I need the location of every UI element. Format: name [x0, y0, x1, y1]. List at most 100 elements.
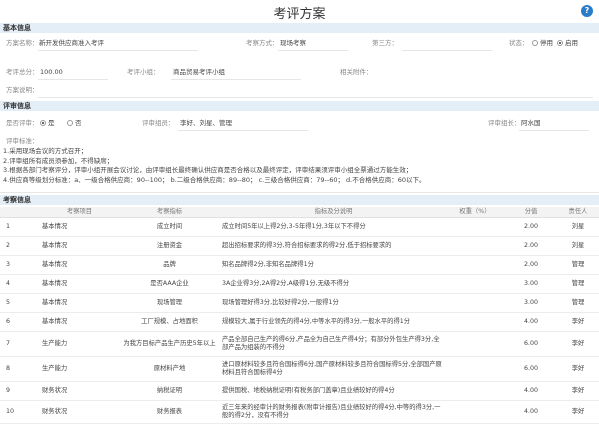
cell-weight — [445, 236, 505, 256]
cell-item: 基本情况 — [42, 274, 117, 294]
criteria-line: 4.供应商等级划分标准：a、一级合格供应商：90--100； b.二级合格供应商… — [3, 175, 426, 184]
cell-indicator: 注册资金 — [117, 236, 222, 256]
table-row[interactable]: 9 财务状况 纳税证明 提供国税、地税纳税证明(有税务部门盖章)且业绩较好的得4… — [0, 381, 599, 401]
total-score-label: 考评总分： — [6, 68, 39, 76]
plan-name-value: 新开发供应商准入考评 — [39, 39, 104, 47]
radio-icon[interactable] — [67, 120, 73, 126]
cell-index: 8 — [0, 356, 42, 382]
third-party-label: 第三方： — [372, 39, 398, 47]
method-value: 现场考察 — [280, 39, 306, 47]
table-row[interactable]: 8 生产能力 原材料产地 进口原材料较多且符合国标得6分,国产原材料较多且符合国… — [0, 356, 599, 382]
assess-table: 考察项目 考察指标 指标及分说明 权重（%） 分值 责任人 1 基本情况 成立时… — [0, 207, 599, 424]
cell-index: 10 — [0, 400, 42, 424]
cell-score: 2.00 — [505, 255, 557, 275]
table-row[interactable]: 2 基本情况 注册资金 超出招标要求的得3分,符合招标要求的得2分,低于招标要求… — [0, 236, 599, 256]
col-header-indicator[interactable]: 考察指标 — [117, 207, 222, 218]
cell-owner: 管理 — [557, 255, 599, 275]
col-header-weight[interactable]: 权重（%） — [445, 207, 505, 218]
method-label: 考察方式： — [246, 39, 279, 47]
cell-description: 近三年来的经审计的财务报表(附审计报告)且业绩较好的得4分,中等的得3分,一般的… — [222, 400, 445, 424]
cell-index: 2 — [0, 236, 42, 256]
basic-row-2: 考评总分： 100.00 考评小组： 商品贸易考评小组 相关附件： — [0, 66, 599, 79]
table-row[interactable]: 4 基本情况 是否AAA企业 3A企业得3分,2A得2分,A级得1分,无级不得分… — [0, 274, 599, 294]
radio-checked-icon[interactable] — [557, 40, 563, 46]
divider — [38, 79, 108, 80]
radio-checked-icon[interactable] — [40, 120, 46, 126]
cell-description: 超出招标要求的得3分,符合招标要求的得2分,低于招标要求的 — [222, 236, 445, 256]
cell-description: 3A企业得3分,2A得2分,A级得1分,无级不得分 — [222, 274, 445, 294]
divider — [0, 192, 599, 193]
cell-indicator: 财务报表 — [117, 400, 222, 424]
table-row[interactable]: 10 财务状况 财务报表 近三年来的经审计的财务报表(附审计报告)且业绩较好的得… — [0, 400, 599, 424]
cell-item: 基本情况 — [42, 217, 117, 237]
cell-description: 产品全部自己生产的得6分,产品全为自己生产得4分；有部分外包生产得3分,全部产品… — [222, 331, 445, 357]
review-yes-option[interactable]: 是 — [40, 117, 55, 130]
cell-indicator: 为我方目标产品生产历史5年以上 — [117, 331, 222, 357]
title-bar: 考评方案 ? — [0, 0, 599, 22]
basic-row-1: 方案名称： 新开发供应商准入考评 考察方式： 现场考察 第三方： 状态： 停用 … — [0, 37, 599, 50]
cell-indicator: 原材料产地 — [117, 356, 222, 382]
cell-owner: 李好 — [557, 356, 599, 382]
leader-label: 评审组长： — [488, 119, 521, 127]
radio-icon[interactable] — [532, 40, 538, 46]
cell-weight — [445, 274, 505, 294]
cell-index: 1 — [0, 217, 42, 237]
table-row[interactable]: 6 基本情况 工厂规模、占地面积 规模较大,属于行业领先的得4分,中等水平的得3… — [0, 312, 599, 332]
divider — [178, 130, 308, 131]
cell-indicator: 现场管理 — [117, 293, 222, 313]
section-basic-info: 基本信息 — [0, 23, 599, 33]
needs-review-label: 是否评审： — [6, 119, 39, 127]
col-header-item[interactable]: 考察项目 — [42, 207, 117, 218]
cell-description: 进口原材料较多且符合国标得6分,国产原材料较多且符合国标得5分,全部国产原材料且… — [222, 356, 445, 382]
cell-score: 4.00 — [505, 400, 557, 424]
cell-score: 4.00 — [505, 381, 557, 401]
review-no-option[interactable]: 否 — [67, 117, 82, 130]
section-assess-info: 考察信息 — [0, 195, 599, 205]
cell-score: 4.00 — [505, 312, 557, 332]
table-row[interactable]: 3 基本情况 品牌 知名品牌得2分,非知名品牌得1分 2.00 管理 — [0, 255, 599, 275]
cell-item: 基本情况 — [42, 312, 117, 332]
col-header-description[interactable]: 指标及分说明 — [222, 207, 445, 218]
cell-owner: 李好 — [557, 400, 599, 424]
cell-description: 现场管理好得3分,比较好得2分,一般得1分 — [222, 293, 445, 313]
cell-indicator: 纳税证明 — [117, 381, 222, 401]
cell-item: 基本情况 — [42, 255, 117, 275]
description-label: 方案说明： — [6, 86, 39, 94]
cell-owner: 管理 — [557, 293, 599, 313]
cell-index: 5 — [0, 293, 42, 313]
cell-description: 成立时间5年以上得2分,3-5年得1分,3年以下不得分 — [222, 217, 445, 237]
cell-score: 3.00 — [505, 293, 557, 313]
cell-score: 6.00 — [505, 331, 557, 357]
leader-value[interactable]: 阿水国 — [521, 117, 541, 130]
cell-owner: 刘星 — [557, 236, 599, 256]
cell-item: 基本情况 — [42, 293, 117, 313]
criteria-line: 1.采用现场会议的方式召开； — [3, 147, 88, 155]
table-header-row: 考察项目 考察指标 指标及分说明 权重（%） 分值 责任人 — [0, 207, 599, 218]
divider — [38, 97, 593, 98]
members-label: 评审组员： — [142, 119, 175, 127]
cell-index: 4 — [0, 274, 42, 294]
cell-weight — [445, 381, 505, 401]
divider — [278, 50, 348, 51]
group-value[interactable]: 商品贸易考评小组 — [173, 66, 225, 79]
total-score-value: 100.00 — [40, 68, 63, 76]
table-row[interactable]: 5 基本情况 现场管理 现场管理好得3分,比较好得2分,一般得1分 3.00 管… — [0, 293, 599, 313]
col-header-score[interactable]: 分值 — [505, 207, 557, 218]
section-review-info: 评审信息 — [0, 101, 599, 111]
cell-item: 基本情况 — [42, 236, 117, 256]
members-value[interactable]: 李好、刘星、管理 — [180, 117, 232, 130]
divider — [402, 50, 492, 51]
col-header-owner[interactable]: 责任人 — [557, 207, 599, 218]
cell-description: 知名品牌得2分,非知名品牌得1分 — [222, 255, 445, 275]
table-row[interactable]: 7 生产能力 为我方目标产品生产历史5年以上 产品全部自己生产的得6分,产品全为… — [0, 331, 599, 357]
cell-item: 财务状况 — [42, 381, 117, 401]
status-disabled-option[interactable]: 停用 — [532, 37, 553, 50]
status-enabled-option[interactable]: 启用 — [557, 37, 578, 50]
table-row[interactable]: 1 基本情况 成立时间 成立时间5年以上得2分,3-5年得1分,3年以下不得分 … — [0, 217, 599, 237]
attachment-label: 相关附件： — [340, 68, 373, 76]
cell-indicator: 工厂规模、占地面积 — [117, 312, 222, 332]
cell-score: 6.00 — [505, 356, 557, 382]
help-icon[interactable]: ? — [581, 5, 593, 17]
group-label: 考评小组： — [127, 68, 160, 76]
cell-score: 2.00 — [505, 217, 557, 237]
